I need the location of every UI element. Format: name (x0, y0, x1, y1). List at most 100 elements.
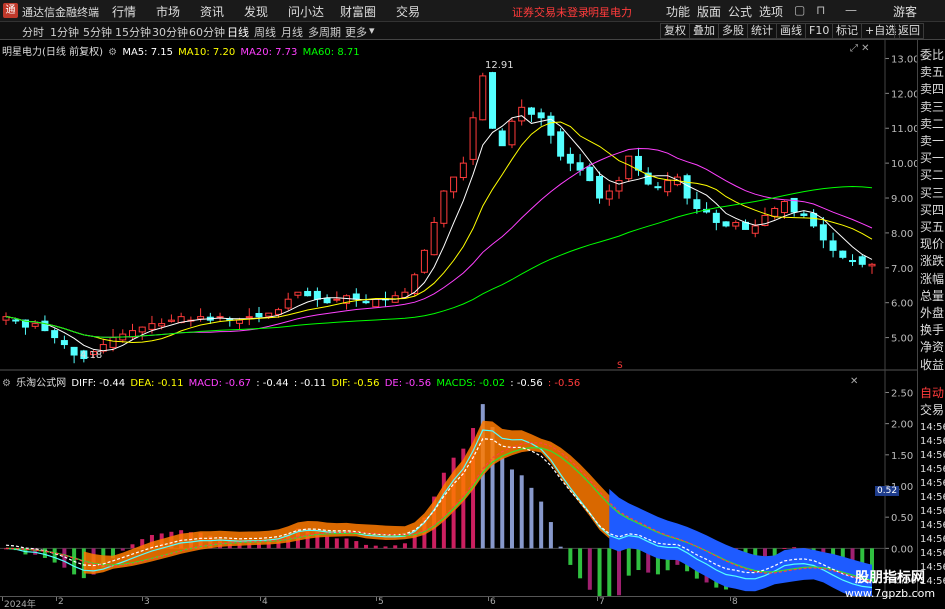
side-item[interactable]: 外盘 (920, 304, 944, 321)
tab-60min[interactable]: 60分钟 (189, 24, 225, 40)
side-item[interactable]: 委比 (920, 46, 944, 63)
menu-layout[interactable]: 版面 (697, 3, 721, 20)
menu-market[interactable]: 市场 (156, 3, 180, 20)
tab-multi-period[interactable]: 多周期 (308, 24, 341, 40)
candle-body (576, 162, 584, 171)
stats-button[interactable]: 统计 (747, 23, 777, 39)
price-tick-label: 6.00 (891, 299, 913, 310)
multi-stock-button[interactable]: 多股 (718, 23, 748, 39)
resize-icon[interactable]: ⤢ ✕ (850, 43, 870, 54)
candle-body (216, 316, 224, 319)
side-item[interactable]: 涨幅 (920, 270, 944, 287)
menu-discover[interactable]: 发现 (244, 3, 268, 20)
candle-body (459, 162, 467, 179)
side-item[interactable]: 涨跌 (920, 252, 944, 269)
side-item[interactable]: 卖三 (920, 98, 944, 115)
menu-options[interactable]: 选项 (759, 3, 783, 20)
side-item[interactable]: 买五 (920, 218, 944, 235)
side-item[interactable]: 买三 (920, 184, 944, 201)
side-sub-item[interactable]: 自动 (920, 384, 944, 401)
ma20-label: MA20: 7.73 (240, 47, 298, 58)
menu-quotes[interactable]: 行情 (112, 3, 136, 20)
macd-bar (344, 538, 349, 549)
guest-label[interactable]: 游客 (893, 3, 917, 20)
candle-body (557, 131, 565, 157)
macd-bar (42, 548, 47, 558)
menu-news[interactable]: 资讯 (200, 3, 224, 20)
candle-body (849, 260, 857, 263)
menu-trade[interactable]: 交易 (396, 3, 420, 20)
gear-icon[interactable]: ⚙ (2, 378, 11, 389)
overlay-button[interactable]: 叠加 (689, 23, 719, 39)
menu-function[interactable]: 功能 (666, 3, 690, 20)
tab-daily[interactable]: 日线 (227, 24, 249, 40)
candle-body (751, 225, 759, 234)
time-label: 14:56 (920, 506, 945, 517)
draw-line-button[interactable]: 画线 (776, 23, 806, 39)
candle-body (722, 221, 730, 227)
tab-more[interactable]: 更多 (345, 24, 367, 40)
chevron-down-icon[interactable]: ▾ (369, 24, 375, 37)
side-item[interactable]: 收益 (920, 356, 944, 373)
date-label: 3 (144, 597, 150, 607)
menu-formula[interactable]: 公式 (728, 3, 752, 20)
menu-ask[interactable]: 问小达 (288, 3, 324, 20)
side-item[interactable]: 买四 (920, 201, 944, 218)
candle-body (41, 320, 49, 332)
candle-body (858, 256, 866, 265)
date-label: 8 (732, 597, 738, 607)
tab-weekly[interactable]: 周线 (254, 24, 276, 40)
macd-bar (548, 522, 553, 549)
minimize-icon[interactable]: — (845, 3, 857, 17)
sub-tick-label: 2.50 (891, 388, 913, 399)
candle-body (489, 72, 497, 129)
side-item[interactable]: 买一 (920, 149, 944, 166)
macds-label: MACDS: -0.02 (436, 378, 506, 389)
candle-body (732, 221, 740, 227)
tab-intraday[interactable]: 分时 (22, 24, 44, 40)
tab-monthly[interactable]: 月线 (281, 24, 303, 40)
f10-button[interactable]: F10 (805, 23, 834, 39)
side-item[interactable]: 卖五 (920, 63, 944, 80)
value-1: : -0.44 (256, 378, 289, 389)
macd-bar (334, 538, 339, 549)
tab-1min[interactable]: 1分钟 (50, 24, 79, 40)
candle-body (255, 313, 263, 318)
lock-icon[interactable]: ⊓ (816, 3, 825, 17)
de-label: DE: -0.56 (384, 378, 432, 389)
side-item[interactable]: 卖一 (920, 132, 944, 149)
macd-bar (120, 548, 125, 551)
ma60-label: MA60: 8.71 (302, 47, 360, 58)
sub-tick-label: 2.00 (891, 420, 913, 431)
gear-icon[interactable]: ⚙ (108, 47, 117, 58)
kline-chart[interactable]: 13.00 12.00 11.00 10.00 9.00 8.00 7.00 6.00 5.00… (0, 40, 917, 596)
login-notice[interactable]: 证券交易未登录 (512, 4, 589, 20)
last-value-badge: 0.52 (875, 486, 900, 496)
mark-button[interactable]: 标记 (832, 23, 862, 39)
time-label: 14:56 (920, 520, 945, 531)
side-item[interactable]: 卖二 (920, 115, 944, 132)
menu-wealth[interactable]: 财富圈 (340, 3, 376, 20)
back-button[interactable]: 返回 (894, 23, 924, 39)
side-sub-item[interactable]: 交易 (920, 401, 944, 418)
adjust-button[interactable]: 复权 (660, 23, 690, 39)
side-item[interactable]: 买二 (920, 166, 944, 183)
tab-5min[interactable]: 5分钟 (83, 24, 112, 40)
side-item[interactable]: 卖四 (920, 80, 944, 97)
date-tick (260, 597, 261, 601)
candle-body (313, 290, 321, 300)
side-item[interactable]: 现价 (920, 235, 944, 252)
close-icon[interactable]: ✕ (850, 376, 858, 387)
side-item[interactable]: 净资 (920, 338, 944, 355)
side-item[interactable]: 总量 (920, 287, 944, 304)
period-toolbar: 分时 1分钟 5分钟 15分钟 30分钟 60分钟 日线 周线 月线 多周期 更… (0, 22, 945, 40)
macd-bar (636, 548, 641, 571)
side-item[interactable]: 换手 (920, 321, 944, 338)
tab-30min[interactable]: 30分钟 (152, 24, 188, 40)
macd-bar (354, 541, 359, 549)
date-label: 2 (58, 597, 64, 607)
macd-bar (529, 487, 534, 549)
tab-15min[interactable]: 15分钟 (115, 24, 151, 40)
candle-body (138, 326, 146, 333)
square-icon[interactable]: ▢ (794, 3, 805, 17)
